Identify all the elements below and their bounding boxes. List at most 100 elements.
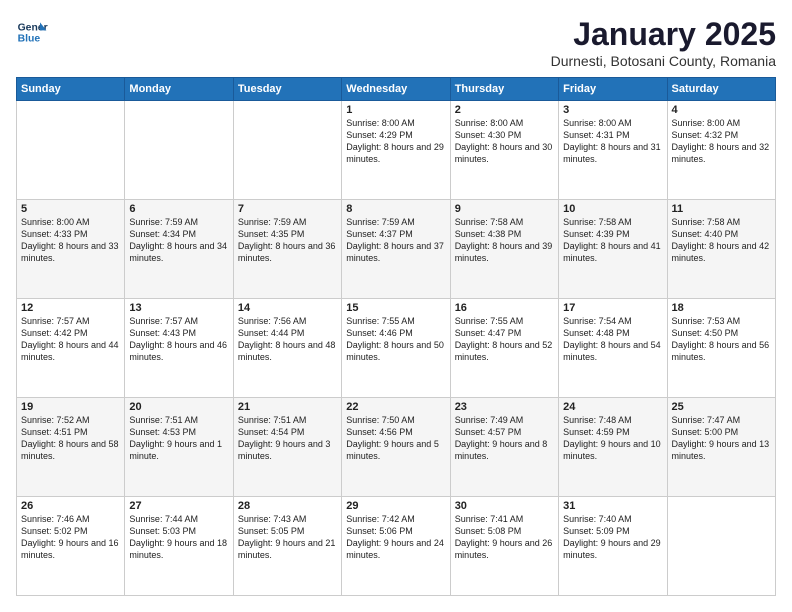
calendar-cell: 26Sunrise: 7:46 AM Sunset: 5:02 PM Dayli… xyxy=(17,497,125,596)
day-info: Sunrise: 7:59 AM Sunset: 4:34 PM Dayligh… xyxy=(129,216,228,265)
day-number: 2 xyxy=(455,104,554,116)
calendar-week-row: 5Sunrise: 8:00 AM Sunset: 4:33 PM Daylig… xyxy=(17,200,776,299)
calendar-cell: 7Sunrise: 7:59 AM Sunset: 4:35 PM Daylig… xyxy=(233,200,341,299)
calendar-cell: 17Sunrise: 7:54 AM Sunset: 4:48 PM Dayli… xyxy=(559,299,667,398)
day-info: Sunrise: 7:55 AM Sunset: 4:47 PM Dayligh… xyxy=(455,315,554,364)
calendar-cell: 8Sunrise: 7:59 AM Sunset: 4:37 PM Daylig… xyxy=(342,200,450,299)
calendar-cell: 19Sunrise: 7:52 AM Sunset: 4:51 PM Dayli… xyxy=(17,398,125,497)
calendar-cell: 1Sunrise: 8:00 AM Sunset: 4:29 PM Daylig… xyxy=(342,101,450,200)
day-info: Sunrise: 7:52 AM Sunset: 4:51 PM Dayligh… xyxy=(21,414,120,463)
day-number: 9 xyxy=(455,203,554,215)
calendar-cell: 28Sunrise: 7:43 AM Sunset: 5:05 PM Dayli… xyxy=(233,497,341,596)
calendar-cell: 2Sunrise: 8:00 AM Sunset: 4:30 PM Daylig… xyxy=(450,101,558,200)
day-info: Sunrise: 7:54 AM Sunset: 4:48 PM Dayligh… xyxy=(563,315,662,364)
logo: General Blue xyxy=(16,16,52,48)
calendar-cell: 9Sunrise: 7:58 AM Sunset: 4:38 PM Daylig… xyxy=(450,200,558,299)
calendar-cell: 21Sunrise: 7:51 AM Sunset: 4:54 PM Dayli… xyxy=(233,398,341,497)
subtitle: Durnesti, Botosani County, Romania xyxy=(551,53,776,69)
day-info: Sunrise: 7:57 AM Sunset: 4:43 PM Dayligh… xyxy=(129,315,228,364)
day-number: 11 xyxy=(672,203,771,215)
day-info: Sunrise: 7:53 AM Sunset: 4:50 PM Dayligh… xyxy=(672,315,771,364)
calendar-cell: 3Sunrise: 8:00 AM Sunset: 4:31 PM Daylig… xyxy=(559,101,667,200)
calendar-cell xyxy=(233,101,341,200)
calendar-cell: 11Sunrise: 7:58 AM Sunset: 4:40 PM Dayli… xyxy=(667,200,775,299)
main-title: January 2025 xyxy=(551,16,776,53)
calendar-cell: 18Sunrise: 7:53 AM Sunset: 4:50 PM Dayli… xyxy=(667,299,775,398)
calendar-header-monday: Monday xyxy=(125,78,233,101)
day-info: Sunrise: 7:55 AM Sunset: 4:46 PM Dayligh… xyxy=(346,315,445,364)
day-info: Sunrise: 8:00 AM Sunset: 4:32 PM Dayligh… xyxy=(672,117,771,166)
day-number: 22 xyxy=(346,401,445,413)
calendar-week-row: 12Sunrise: 7:57 AM Sunset: 4:42 PM Dayli… xyxy=(17,299,776,398)
day-info: Sunrise: 7:58 AM Sunset: 4:40 PM Dayligh… xyxy=(672,216,771,265)
day-info: Sunrise: 7:50 AM Sunset: 4:56 PM Dayligh… xyxy=(346,414,445,463)
calendar-header-sunday: Sunday xyxy=(17,78,125,101)
day-number: 29 xyxy=(346,500,445,512)
calendar-cell: 30Sunrise: 7:41 AM Sunset: 5:08 PM Dayli… xyxy=(450,497,558,596)
day-info: Sunrise: 8:00 AM Sunset: 4:31 PM Dayligh… xyxy=(563,117,662,166)
day-number: 5 xyxy=(21,203,120,215)
calendar-cell: 23Sunrise: 7:49 AM Sunset: 4:57 PM Dayli… xyxy=(450,398,558,497)
calendar-cell xyxy=(667,497,775,596)
calendar-header-saturday: Saturday xyxy=(667,78,775,101)
day-info: Sunrise: 7:57 AM Sunset: 4:42 PM Dayligh… xyxy=(21,315,120,364)
day-info: Sunrise: 7:43 AM Sunset: 5:05 PM Dayligh… xyxy=(238,513,337,562)
calendar-cell: 16Sunrise: 7:55 AM Sunset: 4:47 PM Dayli… xyxy=(450,299,558,398)
day-info: Sunrise: 7:44 AM Sunset: 5:03 PM Dayligh… xyxy=(129,513,228,562)
day-info: Sunrise: 7:58 AM Sunset: 4:38 PM Dayligh… xyxy=(455,216,554,265)
calendar-header-thursday: Thursday xyxy=(450,78,558,101)
day-number: 3 xyxy=(563,104,662,116)
day-number: 23 xyxy=(455,401,554,413)
day-number: 20 xyxy=(129,401,228,413)
calendar-cell: 20Sunrise: 7:51 AM Sunset: 4:53 PM Dayli… xyxy=(125,398,233,497)
calendar-cell: 22Sunrise: 7:50 AM Sunset: 4:56 PM Dayli… xyxy=(342,398,450,497)
day-number: 15 xyxy=(346,302,445,314)
page: General Blue January 2025 Durnesti, Boto… xyxy=(0,0,792,612)
day-number: 1 xyxy=(346,104,445,116)
calendar-cell: 31Sunrise: 7:40 AM Sunset: 5:09 PM Dayli… xyxy=(559,497,667,596)
day-number: 12 xyxy=(21,302,120,314)
day-number: 7 xyxy=(238,203,337,215)
calendar-cell: 29Sunrise: 7:42 AM Sunset: 5:06 PM Dayli… xyxy=(342,497,450,596)
day-number: 4 xyxy=(672,104,771,116)
calendar-cell: 14Sunrise: 7:56 AM Sunset: 4:44 PM Dayli… xyxy=(233,299,341,398)
title-block: January 2025 Durnesti, Botosani County, … xyxy=(551,16,776,69)
calendar-header-wednesday: Wednesday xyxy=(342,78,450,101)
calendar-cell: 15Sunrise: 7:55 AM Sunset: 4:46 PM Dayli… xyxy=(342,299,450,398)
day-number: 6 xyxy=(129,203,228,215)
calendar-week-row: 26Sunrise: 7:46 AM Sunset: 5:02 PM Dayli… xyxy=(17,497,776,596)
calendar-cell: 5Sunrise: 8:00 AM Sunset: 4:33 PM Daylig… xyxy=(17,200,125,299)
day-number: 27 xyxy=(129,500,228,512)
day-info: Sunrise: 7:42 AM Sunset: 5:06 PM Dayligh… xyxy=(346,513,445,562)
calendar-header-row: SundayMondayTuesdayWednesdayThursdayFrid… xyxy=(17,78,776,101)
day-number: 21 xyxy=(238,401,337,413)
day-number: 18 xyxy=(672,302,771,314)
header: General Blue January 2025 Durnesti, Boto… xyxy=(16,16,776,69)
day-info: Sunrise: 7:49 AM Sunset: 4:57 PM Dayligh… xyxy=(455,414,554,463)
calendar-cell xyxy=(125,101,233,200)
day-number: 16 xyxy=(455,302,554,314)
day-info: Sunrise: 7:58 AM Sunset: 4:39 PM Dayligh… xyxy=(563,216,662,265)
day-info: Sunrise: 7:48 AM Sunset: 4:59 PM Dayligh… xyxy=(563,414,662,463)
day-number: 25 xyxy=(672,401,771,413)
calendar-header-tuesday: Tuesday xyxy=(233,78,341,101)
calendar-week-row: 1Sunrise: 8:00 AM Sunset: 4:29 PM Daylig… xyxy=(17,101,776,200)
day-info: Sunrise: 7:51 AM Sunset: 4:53 PM Dayligh… xyxy=(129,414,228,463)
calendar-cell: 27Sunrise: 7:44 AM Sunset: 5:03 PM Dayli… xyxy=(125,497,233,596)
day-info: Sunrise: 7:47 AM Sunset: 5:00 PM Dayligh… xyxy=(672,414,771,463)
day-number: 24 xyxy=(563,401,662,413)
day-number: 30 xyxy=(455,500,554,512)
day-info: Sunrise: 7:56 AM Sunset: 4:44 PM Dayligh… xyxy=(238,315,337,364)
svg-text:Blue: Blue xyxy=(18,34,41,45)
day-number: 10 xyxy=(563,203,662,215)
day-number: 17 xyxy=(563,302,662,314)
day-info: Sunrise: 7:46 AM Sunset: 5:02 PM Dayligh… xyxy=(21,513,120,562)
calendar-table: SundayMondayTuesdayWednesdayThursdayFrid… xyxy=(16,77,776,596)
day-info: Sunrise: 7:59 AM Sunset: 4:35 PM Dayligh… xyxy=(238,216,337,265)
day-number: 8 xyxy=(346,203,445,215)
calendar-cell: 10Sunrise: 7:58 AM Sunset: 4:39 PM Dayli… xyxy=(559,200,667,299)
calendar-cell: 4Sunrise: 8:00 AM Sunset: 4:32 PM Daylig… xyxy=(667,101,775,200)
day-info: Sunrise: 8:00 AM Sunset: 4:29 PM Dayligh… xyxy=(346,117,445,166)
calendar-cell xyxy=(17,101,125,200)
day-number: 26 xyxy=(21,500,120,512)
